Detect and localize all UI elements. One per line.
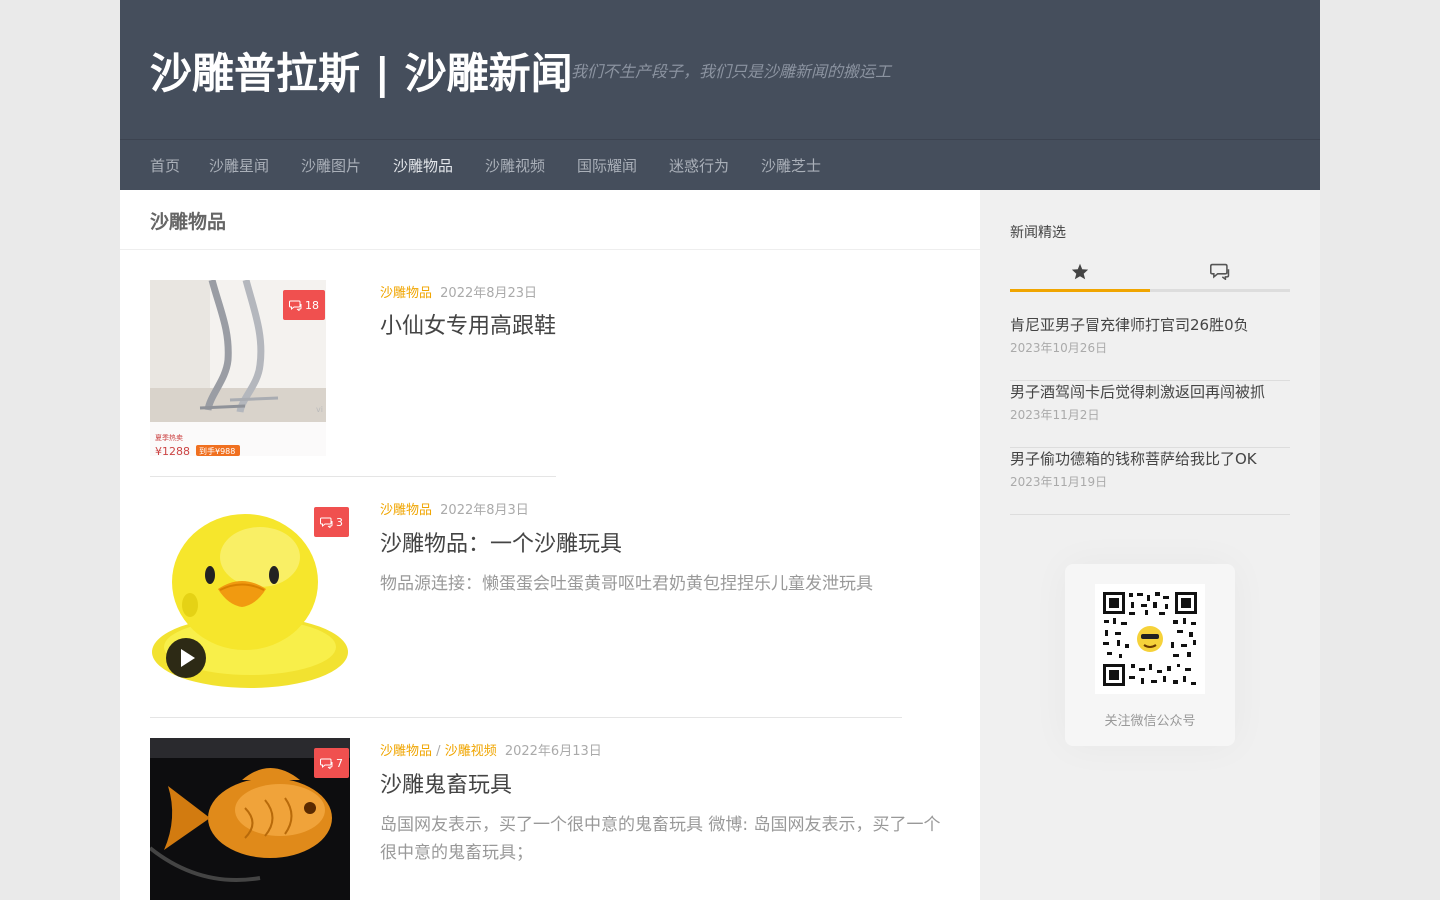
post-category-link-2[interactable]: 沙雕视频 — [445, 744, 497, 759]
site-tagline: 我们不生产段子，我们只是沙雕新闻的搬运工 — [571, 62, 892, 81]
post-excerpt-3: 岛国网友表示，买了一个很中意的鬼畜玩具 微博: 岛国网友表示，买了一个很中意的鬼… — [380, 815, 941, 863]
comment-count: 18 — [305, 298, 319, 312]
post-title-2[interactable]: 沙雕物品：一个沙雕玩具 — [380, 526, 622, 558]
post-meta-2: 沙雕物品 2022年8月3日 — [380, 499, 529, 518]
post-category-link[interactable]: 沙雕物品 — [380, 503, 432, 518]
tab-popular[interactable] — [1010, 252, 1150, 290]
post-category-link[interactable]: 沙雕物品 — [380, 286, 432, 301]
star-icon — [1071, 263, 1089, 279]
qr-code-image — [1101, 590, 1199, 688]
wechat-qr-code — [1095, 584, 1205, 694]
post-thumbnail-1[interactable]: 夏季热卖 ¥1288 到手¥988 vi 18 — [150, 280, 326, 456]
news-date: 2023年10月26日 — [1010, 341, 1108, 355]
post-meta-1: 沙雕物品 2022年8月23日 — [380, 282, 537, 301]
news-item[interactable]: 男子偷功德箱的钱称菩萨给我比了OK 2023年11月19日 — [1010, 448, 1290, 515]
post-date: 2022年8月23日 — [440, 286, 538, 301]
comment-count: 7 — [336, 756, 343, 770]
page-title-bar: 沙雕物品 — [120, 190, 980, 250]
nav-item-international[interactable]: 国际耀闻 — [577, 155, 637, 176]
wechat-qr-card: 关注微信公众号 — [1065, 564, 1235, 746]
post-excerpt-2: 物品源连接：懒蛋蛋会吐蛋黄哥呕吐君奶黄包捏捏乐儿童发泄玩具 — [380, 574, 873, 594]
nav-item-knowledge[interactable]: 沙雕芝士 — [761, 155, 821, 176]
svg-text:到手¥988: 到手¥988 — [199, 446, 235, 456]
post-title-3[interactable]: 沙雕鬼畜玩具 — [380, 767, 512, 799]
page-wrapper: 沙雕普拉斯 | 沙雕新闻 我们不生产段子，我们只是沙雕新闻的搬运工 首页 沙雕星… — [120, 0, 1320, 900]
post-title-1[interactable]: 小仙女专用高跟鞋 — [380, 308, 556, 340]
nav-item-items[interactable]: 沙雕物品 — [393, 155, 453, 176]
page-title: 沙雕物品 — [150, 211, 227, 233]
post-thumbnail-2[interactable]: 3 — [150, 497, 350, 697]
nav-item-pictures[interactable]: 沙雕图片 — [301, 155, 361, 176]
news-title[interactable]: 肯尼亚男子冒充律师打官司26胜0负 — [1010, 314, 1249, 335]
post-date: 2022年6月13日 — [504, 744, 602, 759]
nav-item-stars[interactable]: 沙雕星闻 — [209, 155, 269, 176]
category-separator: / — [436, 744, 441, 759]
site-title[interactable]: 沙雕普拉斯 | 沙雕新闻 — [150, 40, 573, 101]
svg-text:vi: vi — [316, 405, 323, 414]
comment-count: 3 — [336, 515, 343, 529]
sidebar: 新闻精选 肯尼亚男子冒充律师打官司26胜0负 2023年10月26日 男子酒驾闯… — [980, 190, 1320, 900]
post-category-link[interactable]: 沙雕物品 — [380, 744, 432, 759]
post-date: 2022年8月3日 — [440, 503, 529, 518]
comment-count-badge[interactable]: 18 — [283, 290, 325, 320]
tab-comments[interactable] — [1150, 252, 1290, 290]
sidebar-title: 新闻精选 — [1010, 225, 1066, 241]
nav-item-videos[interactable]: 沙雕视频 — [485, 155, 545, 176]
comment-count-badge[interactable]: 3 — [314, 507, 349, 537]
main-content: 沙雕物品 夏季热卖 ¥1288 到手¥988 vi 18 沙雕物品 2022年8… — [120, 190, 980, 900]
site-header: 沙雕普拉斯 | 沙雕新闻 我们不生产段子，我们只是沙雕新闻的搬运工 — [120, 0, 1320, 139]
comments-icon — [1210, 263, 1230, 280]
nav-item-home[interactable]: 首页 — [150, 155, 180, 176]
post-thumbnail-3[interactable]: 7 — [150, 738, 350, 900]
news-date: 2023年11月2日 — [1010, 408, 1100, 422]
svg-text:¥1288: ¥1288 — [155, 445, 190, 456]
svg-text:夏季热卖: 夏季热卖 — [155, 433, 183, 442]
news-date: 2023年11月19日 — [1010, 475, 1108, 489]
post-divider — [150, 476, 556, 477]
news-title[interactable]: 男子酒驾闯卡后觉得刺激返回再闯被抓 — [1010, 381, 1265, 402]
comments-icon — [320, 758, 333, 769]
news-item[interactable]: 肯尼亚男子冒充律师打官司26胜0负 2023年10月26日 — [1010, 314, 1290, 381]
post-meta-3: 沙雕物品 / 沙雕视频 2022年6月13日 — [380, 740, 602, 759]
post-divider — [150, 717, 902, 718]
news-title[interactable]: 男子偷功德箱的钱称菩萨给我比了OK — [1010, 448, 1257, 469]
comments-icon — [320, 517, 333, 528]
tab-underline-active — [1010, 289, 1150, 292]
nav-item-confusing[interactable]: 迷惑行为 — [669, 155, 729, 176]
news-item[interactable]: 男子酒驾闯卡后觉得刺激返回再闯被抓 2023年11月2日 — [1010, 381, 1290, 448]
main-nav: 首页 沙雕星闻 沙雕图片 沙雕物品 沙雕视频 国际耀闻 迷惑行为 沙雕芝士 — [120, 139, 1320, 190]
comments-icon — [289, 300, 302, 311]
qr-label: 关注微信公众号 — [1104, 714, 1196, 729]
comment-count-badge[interactable]: 7 — [314, 748, 349, 778]
